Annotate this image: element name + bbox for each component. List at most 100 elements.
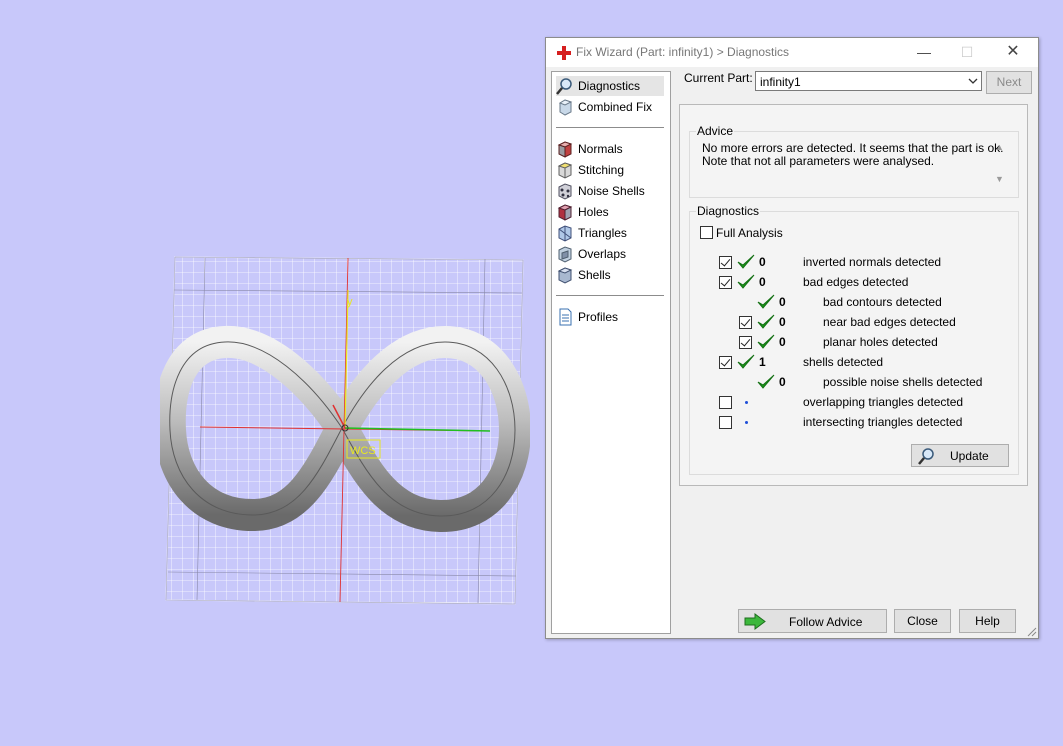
cube-red-icon [557,141,573,158]
diagnostic-checkbox[interactable] [739,316,752,329]
advice-scrollbar[interactable]: ▲ ▼ [991,140,1008,188]
cube-icon [558,99,573,116]
green-check-icon [757,374,775,389]
nav-label-triangles: Triangles [578,226,627,240]
nav-item-overlaps[interactable]: Overlaps [556,244,664,264]
nav-label-normals: Normals [578,142,623,156]
cube-overlap-icon [558,246,572,263]
nav-item-normals[interactable]: Normals [556,139,664,159]
diagnostic-count: 0 [779,335,786,349]
diagnostic-count: 0 [759,275,766,289]
nav-label-shells: Shells [578,268,611,282]
advice-group: Advice No more errors are detected. It s… [689,124,1019,198]
nav-label-stitching: Stitching [578,163,625,177]
follow-advice-button[interactable]: Follow Advice [738,609,887,633]
cube-shell-icon [557,267,573,284]
nav-item-stitching[interactable]: Stitching [556,160,664,180]
cube-hole-icon [557,204,573,221]
nav-item-holes[interactable]: Holes [556,202,664,222]
update-button[interactable]: Update [911,444,1009,467]
advice-line-2: Note that not all parameters were analys… [702,154,935,168]
fix-wizard-window: Fix Wizard (Part: infinity1) > Diagnosti… [545,37,1039,639]
magnifier-icon [918,448,934,465]
wcs-label: WCS [350,445,376,457]
diagnostic-description: planar holes detected [823,335,938,349]
help-button[interactable]: Help [959,609,1016,633]
follow-advice-label: Follow Advice [789,615,863,629]
cube-stitch-icon [557,162,573,179]
next-button[interactable]: Next [986,71,1032,94]
current-part-select[interactable]: infinity1 [755,71,982,91]
nav-item-shells[interactable]: Shells [556,265,664,285]
diagnostics-group: Diagnostics Full Analysis 0 inverted norm… [689,204,1019,475]
diagnostic-checkbox[interactable] [719,356,732,369]
minimize-button[interactable]: — [901,38,947,67]
diagnostic-checkbox[interactable] [719,276,732,289]
resize-grip-icon[interactable] [1026,626,1037,637]
chevron-down-icon [968,78,978,84]
red-cross-app-icon [557,46,571,60]
current-part-label: Current Part: [684,71,753,85]
green-check-icon [757,294,775,309]
nav-label-combined-fix: Combined Fix [578,100,653,114]
scroll-up-icon[interactable]: ▲ [995,142,1004,152]
not-analysed-dot-icon [745,401,748,404]
green-check-icon [737,254,755,269]
current-part-value: infinity1 [760,75,801,89]
not-analysed-dot-icon [745,421,748,424]
advice-title: Advice [696,124,735,138]
diagnostic-description: overlapping triangles detected [803,395,964,409]
diagnostic-count: 1 [759,355,766,369]
window-title: Fix Wizard (Part: infinity1) > Diagnosti… [576,45,790,59]
nav-label-profiles: Profiles [578,310,619,324]
cube-dots-icon [558,183,572,200]
magnifier-icon [556,78,572,95]
nav-separator [556,127,664,128]
nav-label-overlaps: Overlaps [578,247,627,261]
diagnostic-description: bad edges detected [803,275,909,289]
nav-label-holes: Holes [578,205,609,219]
diagnostic-description: near bad edges detected [823,315,956,329]
diagnostic-description: intersecting triangles detected [803,415,963,429]
nav-item-combined-fix[interactable]: Combined Fix [556,97,664,117]
wizard-nav: Diagnostics Combined Fix Normals Stitchi… [551,71,671,634]
diagnostics-panel: Advice No more errors are detected. It s… [679,104,1028,486]
y-axis-label: y [347,296,353,308]
green-check-icon [737,354,755,369]
green-check-icon [757,334,775,349]
cube-blue-icon [558,225,572,242]
nav-item-triangles[interactable]: Triangles [556,223,664,243]
diagnostic-description: shells detected [803,355,884,369]
diagnostic-count: 0 [779,315,786,329]
update-label: Update [950,449,989,463]
advice-text: No more errors are detected. It seems th… [695,142,1012,191]
full-analysis-label: Full Analysis [716,226,783,240]
full-analysis-checkbox[interactable] [700,226,713,239]
diagnostic-checkbox[interactable] [719,396,732,409]
green-check-icon [737,274,755,289]
nav-separator [556,295,664,296]
nav-item-diagnostics[interactable]: Diagnostics [556,76,664,96]
diagnostic-checkbox[interactable] [719,256,732,269]
diagnostic-description: possible noise shells detected [823,375,983,389]
diagnostic-description: inverted normals detected [803,255,942,269]
diagnostic-count: 0 [759,255,766,269]
nav-label-noise-shells: Noise Shells [578,184,645,198]
diagnostic-checkbox[interactable] [719,416,732,429]
nav-item-profiles[interactable]: Profiles [556,307,664,327]
green-arrow-icon [744,613,766,630]
document-icon [559,308,572,326]
title-bar[interactable]: Fix Wizard (Part: infinity1) > Diagnosti… [546,38,1038,67]
close-window-button[interactable]: ✕ [990,38,1036,67]
green-check-icon [757,314,775,329]
nav-label-diagnostics: Diagnostics [578,79,641,93]
maximize-button[interactable]: ☐ [944,38,990,67]
nav-item-noise-shells[interactable]: Noise Shells [556,181,664,201]
scroll-down-icon[interactable]: ▼ [995,174,1004,184]
diagnostic-count: 0 [779,375,786,389]
diagnostic-description: bad contours detected [823,295,942,309]
3d-viewport[interactable]: y WCS [160,250,530,610]
close-button[interactable]: Close [894,609,951,633]
diagnostic-count: 0 [779,295,786,309]
diagnostic-checkbox[interactable] [739,336,752,349]
